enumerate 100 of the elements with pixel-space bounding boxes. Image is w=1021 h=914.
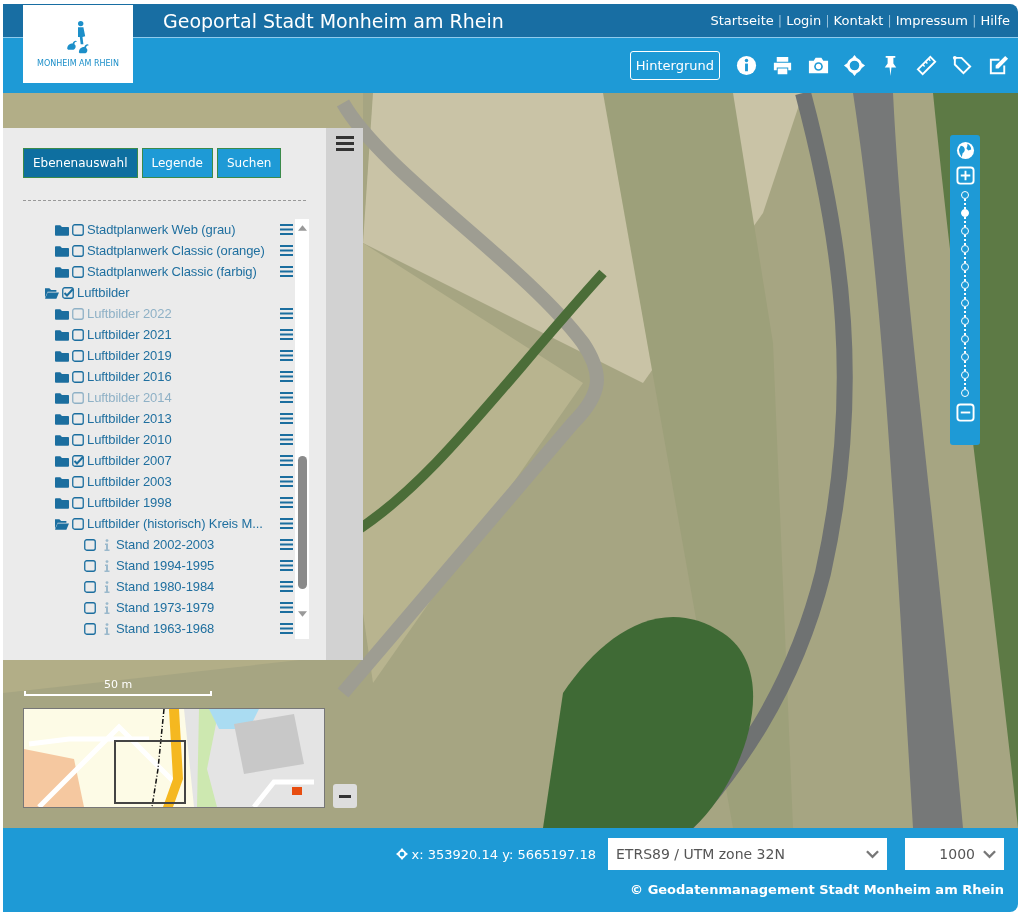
layer-label[interactable]: Stand 1963-1968 [116,621,277,636]
info-icon[interactable] [735,54,758,77]
checkbox[interactable] [72,412,84,425]
layer-label[interactable]: Stand 1994-1995 [116,558,277,573]
nav-separator: | [777,13,783,28]
edit-icon[interactable] [987,54,1010,77]
print-icon[interactable] [771,54,794,77]
checkbox[interactable] [72,433,84,446]
folder-icon[interactable] [55,223,69,236]
menu-icon[interactable] [280,392,293,403]
folder-icon[interactable] [55,454,69,467]
menu-icon[interactable] [280,224,293,235]
layer-label[interactable]: Stadtplanwerk Classic (orange) [87,243,277,258]
layer-label[interactable]: Luftbilder 2021 [87,327,277,342]
nav-link[interactable]: Startseite [710,13,774,28]
panel-tab[interactable]: Suchen [216,148,282,178]
layer-label[interactable]: Luftbilder 2010 [87,432,277,447]
layer-label[interactable]: Luftbilder 2019 [87,348,277,363]
zoom-in-icon[interactable] [955,166,975,185]
crosshair-icon[interactable] [843,54,866,77]
checkbox[interactable] [72,265,84,278]
projection-select[interactable]: ETRS89 / UTM zone 32N [608,838,887,870]
checkbox[interactable] [84,580,96,593]
globe-icon[interactable] [955,141,975,160]
checkbox[interactable] [72,517,84,530]
scrollbar-thumb[interactable] [297,456,307,589]
menu-icon[interactable] [280,245,293,256]
layer-label[interactable]: Luftbilder 2007 [87,453,277,468]
checkbox[interactable] [72,223,84,236]
layer-label[interactable]: Luftbilder 2013 [87,411,277,426]
checkbox[interactable] [72,328,84,341]
folder-icon[interactable] [55,244,69,257]
menu-icon[interactable] [280,476,293,487]
menu-icon[interactable] [280,518,293,529]
menu-icon[interactable] [280,560,293,571]
menu-icon[interactable] [280,413,293,424]
ruler-icon[interactable] [915,54,938,77]
checkbox[interactable] [84,538,96,551]
menu-icon[interactable] [280,308,293,319]
layer-label[interactable]: Stadtplanwerk Web (grau) [87,222,277,237]
menu-icon[interactable] [280,539,293,550]
checkbox[interactable] [84,601,96,614]
layer-label[interactable]: Stand 1980-1984 [116,579,277,594]
checkbox[interactable] [72,349,84,362]
menu-icon[interactable] [280,350,293,361]
menu-icon[interactable] [280,623,293,634]
scroll-down-icon[interactable] [297,611,307,617]
city-logo[interactable]: MONHEIM AM RHEIN [23,5,133,83]
scroll-up-icon[interactable] [297,225,307,231]
background-button[interactable]: Hintergrund [629,51,720,80]
menu-icon[interactable] [280,455,293,466]
scrollbar[interactable] [295,219,309,639]
checkbox[interactable] [72,244,84,257]
open-folder-icon[interactable] [55,517,69,530]
open-folder-icon[interactable] [45,286,59,299]
folder-icon[interactable] [55,328,69,341]
layer-label[interactable]: Luftbilder (historisch) Kreis M... [87,516,277,531]
folder-icon[interactable] [55,496,69,509]
panel-tab[interactable]: Ebenenauswahl [23,148,138,178]
crosshair-icon [395,848,408,860]
nav-link[interactable]: Impressum [895,13,969,28]
folder-icon[interactable] [55,370,69,383]
panel-tab[interactable]: Legende [141,148,213,178]
scale-select[interactable]: 1000 [905,838,1004,870]
layer-label[interactable]: Luftbilder 1998 [87,495,277,510]
nav-link[interactable]: Kontakt [833,13,884,28]
menu-icon[interactable] [280,266,293,277]
menu-icon[interactable] [280,602,293,613]
folder-icon[interactable] [55,433,69,446]
checkbox[interactable] [84,559,96,572]
layer-label[interactable]: Stand 2002-2003 [116,537,277,552]
collapse-overview-button[interactable] [333,784,357,808]
layer-label[interactable]: Luftbilder [77,285,293,300]
layer-label[interactable]: Luftbilder 2003 [87,474,277,489]
zoom-out-icon[interactable] [955,403,975,422]
menu-icon[interactable] [335,136,354,151]
checkbox[interactable] [72,475,84,488]
layer-label[interactable]: Luftbilder 2016 [87,369,277,384]
folder-icon[interactable] [55,349,69,362]
menu-icon[interactable] [280,497,293,508]
nav-link[interactable]: Hilfe [980,13,1010,28]
zoom-level-dot[interactable] [961,209,969,217]
folder-icon[interactable] [55,475,69,488]
chevron-down-icon [866,849,879,859]
checkbox[interactable] [72,370,84,383]
overview-map-drawing[interactable] [23,708,325,808]
layer-label[interactable]: Stand 1973-1979 [116,600,277,615]
checkbox[interactable] [72,496,84,509]
menu-icon[interactable] [280,329,293,340]
menu-icon[interactable] [280,371,293,382]
nav-link[interactable]: Login [786,13,822,28]
menu-icon[interactable] [280,434,293,445]
checked-checkbox[interactable] [72,454,84,467]
layer-label[interactable]: Stadtplanwerk Classic (farbig) [87,264,277,279]
checked-checkbox[interactable] [62,286,74,299]
folder-icon[interactable] [55,265,69,278]
coordinates-text: x: 353920.14 y: 5665197.18 [411,846,596,862]
folder-icon[interactable] [55,412,69,425]
menu-icon[interactable] [280,581,293,592]
checkbox[interactable] [84,622,96,635]
